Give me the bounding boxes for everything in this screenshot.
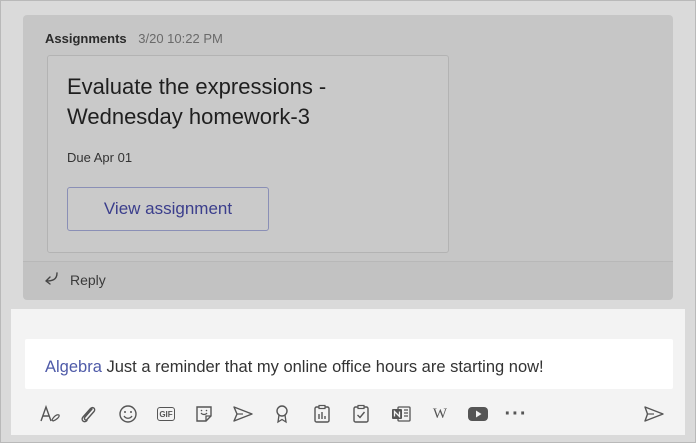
post-header: Assignments 3/20 10:22 PM — [45, 31, 223, 46]
compose-toolbar: GIF W ··· — [11, 395, 685, 431]
channel-mention[interactable]: Algebra — [45, 358, 102, 376]
post-timestamp: 3/20 10:22 PM — [138, 31, 223, 46]
onenote-app-icon[interactable] — [386, 399, 416, 429]
assignment-card[interactable]: Evaluate the expressions - Wednesday hom… — [47, 55, 449, 253]
forms-app-icon[interactable] — [346, 399, 376, 429]
assignments-app-icon[interactable] — [307, 399, 337, 429]
view-assignment-button[interactable]: View assignment — [67, 187, 269, 231]
gif-icon[interactable]: GIF — [151, 399, 181, 429]
reply-arrow-icon — [43, 271, 59, 290]
format-icon[interactable] — [35, 399, 65, 429]
reply-label: Reply — [70, 272, 106, 288]
emoji-icon[interactable] — [113, 399, 143, 429]
meet-now-icon[interactable] — [228, 399, 258, 429]
wikipedia-app-icon[interactable]: W — [425, 399, 455, 429]
sender-name[interactable]: Assignments — [45, 31, 127, 46]
assignment-due-date: Due Apr 01 — [67, 150, 133, 165]
send-icon[interactable] — [639, 399, 669, 429]
sticker-icon[interactable] — [189, 399, 219, 429]
teams-channel-window: Assignments 3/20 10:22 PM Evaluate the e… — [0, 0, 696, 443]
conversation-thread: Assignments 3/20 10:22 PM Evaluate the e… — [23, 15, 673, 300]
attach-icon[interactable] — [73, 399, 103, 429]
praise-icon[interactable] — [267, 399, 297, 429]
wikipedia-label: W — [432, 405, 448, 422]
youtube-app-icon[interactable] — [463, 399, 493, 429]
message-text: Just a reminder that my online office ho… — [106, 358, 544, 376]
more-options-label: ··· — [504, 402, 528, 425]
assignment-title: Evaluate the expressions - Wednesday hom… — [67, 74, 327, 129]
gif-label: GIF — [157, 407, 175, 421]
message-compose-input[interactable]: Algebra Just a reminder that my online o… — [25, 339, 673, 389]
more-options-icon[interactable]: ··· — [501, 399, 531, 429]
compose-area: Algebra Just a reminder that my online o… — [11, 309, 685, 435]
compose-text: Algebra Just a reminder that my online o… — [45, 358, 544, 377]
reply-button[interactable]: Reply — [23, 261, 673, 300]
